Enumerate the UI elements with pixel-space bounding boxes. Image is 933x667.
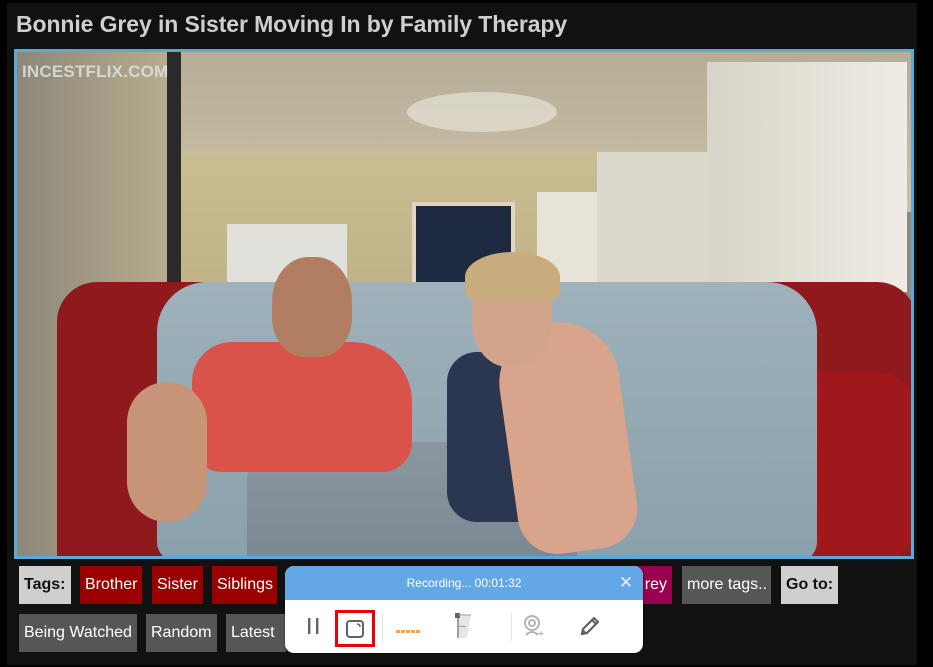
audio-level-icon bbox=[396, 630, 420, 633]
recorder-close-button[interactable]: ✕ bbox=[617, 566, 635, 600]
goto-random[interactable]: Random bbox=[146, 614, 217, 652]
audio-level-button[interactable] bbox=[393, 608, 423, 644]
more-tags-button[interactable]: more tags.. bbox=[682, 566, 771, 604]
recorder-header[interactable]: Recording... 00:01:32 bbox=[285, 566, 643, 600]
pause-icon bbox=[308, 618, 319, 634]
separator bbox=[382, 613, 383, 641]
tag-sister[interactable]: Sister bbox=[152, 566, 203, 604]
video-player[interactable]: INCESTFLIX.COM bbox=[14, 49, 914, 559]
close-icon: ✕ bbox=[618, 573, 634, 592]
volume-slider-icon bbox=[455, 613, 471, 638]
annotate-button[interactable] bbox=[577, 608, 603, 644]
goto-being-watched[interactable]: Being Watched bbox=[19, 614, 137, 652]
webcam-button[interactable] bbox=[519, 608, 549, 644]
volume-slider-button[interactable] bbox=[448, 608, 478, 644]
pause-button[interactable] bbox=[301, 608, 325, 644]
video-watermark: INCESTFLIX.COM bbox=[22, 62, 169, 81]
tags-label: Tags: bbox=[19, 566, 71, 604]
goto-latest[interactable]: Latest bbox=[226, 614, 286, 652]
video-frame-image bbox=[17, 52, 911, 556]
tag-brother[interactable]: Brother bbox=[80, 566, 142, 604]
separator bbox=[511, 613, 512, 641]
screen-recorder-panel: Recording... 00:01:32 ✕ bbox=[285, 566, 643, 653]
pencil-icon bbox=[580, 616, 600, 636]
page-title: Bonnie Grey in Sister Moving In by Famil… bbox=[16, 11, 568, 37]
goto-label: Go to: bbox=[781, 566, 838, 604]
tag-siblings[interactable]: Siblings bbox=[212, 566, 277, 604]
webcam-add-icon bbox=[524, 615, 544, 636]
stop-button[interactable] bbox=[335, 610, 375, 647]
recording-status: Recording... 00:01:32 bbox=[406, 576, 522, 590]
stop-icon bbox=[346, 619, 364, 638]
